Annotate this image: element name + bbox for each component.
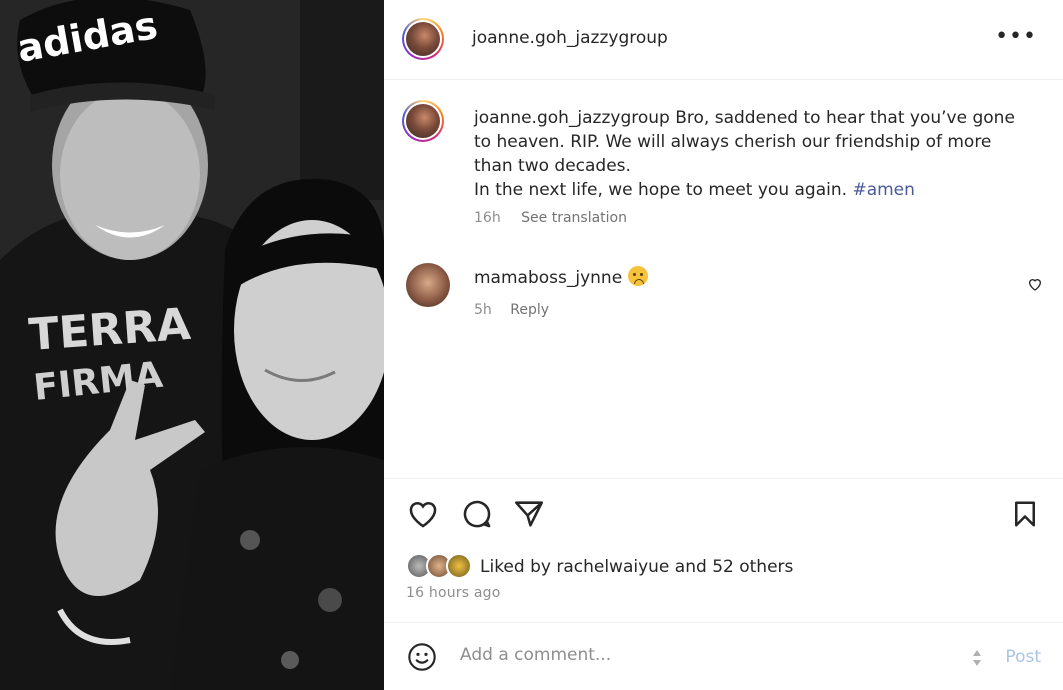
comment-item: mamaboss_jynne 5h Reply (384, 260, 1063, 320)
commenter-username[interactable]: mamaboss_jynne (474, 268, 622, 288)
liked-by-user[interactable]: rachelwaiyue (556, 557, 669, 577)
post-comment-button[interactable]: Post (1005, 647, 1041, 667)
reply-button[interactable]: Reply (510, 302, 549, 318)
add-comment-bar: Post (384, 622, 1063, 690)
share-send-icon[interactable] (512, 497, 546, 531)
emoji-smile-icon[interactable] (406, 641, 438, 673)
like-heart-icon[interactable] (406, 497, 440, 531)
header-username[interactable]: joanne.goh_jazzygroup (472, 28, 668, 48)
post-actions: Liked by rachelwaiyue and 52 others 16 h… (384, 478, 1063, 622)
liker-avatar[interactable] (446, 553, 472, 579)
post-photo[interactable]: adidas TERRA FIRMA (0, 0, 384, 690)
spinner-arrows-icon[interactable] (970, 647, 984, 669)
post-detail-panel: joanne.goh_jazzygroup ••• joanne.goh_jaz… (384, 0, 1063, 690)
see-translation-button[interactable]: See translation (521, 210, 627, 226)
caption-meta: 16h See translation (474, 210, 627, 226)
more-options-icon[interactable]: ••• (995, 24, 1037, 49)
comment-icon[interactable] (460, 497, 494, 531)
sad-face-emoji-icon (628, 266, 649, 286)
caption-text: joanne.goh_jazzygroup Bro, saddened to h… (474, 106, 1034, 202)
add-comment-input[interactable] (460, 645, 940, 665)
liked-by-prefix: Liked by (480, 557, 557, 577)
hashtag-link[interactable]: #amen (852, 180, 914, 200)
commenter-avatar[interactable] (406, 263, 450, 307)
comment-like-heart-icon[interactable] (1027, 276, 1043, 292)
liked-by-others[interactable]: and 52 others (669, 557, 794, 577)
caption-avatar[interactable] (402, 100, 444, 142)
save-bookmark-icon[interactable] (1010, 497, 1040, 531)
photo-illustration: adidas TERRA FIRMA (0, 0, 384, 690)
post-header: joanne.goh_jazzygroup ••• (384, 0, 1063, 80)
post-timestamp: 16 hours ago (406, 585, 501, 601)
caption-username[interactable]: joanne.goh_jazzygroup (474, 108, 670, 128)
caption-body-line2: In the next life, we hope to meet you ag… (474, 180, 853, 200)
header-avatar[interactable] (402, 18, 444, 60)
caption-time: 16h (474, 210, 501, 226)
comment-time: 5h (474, 302, 492, 318)
